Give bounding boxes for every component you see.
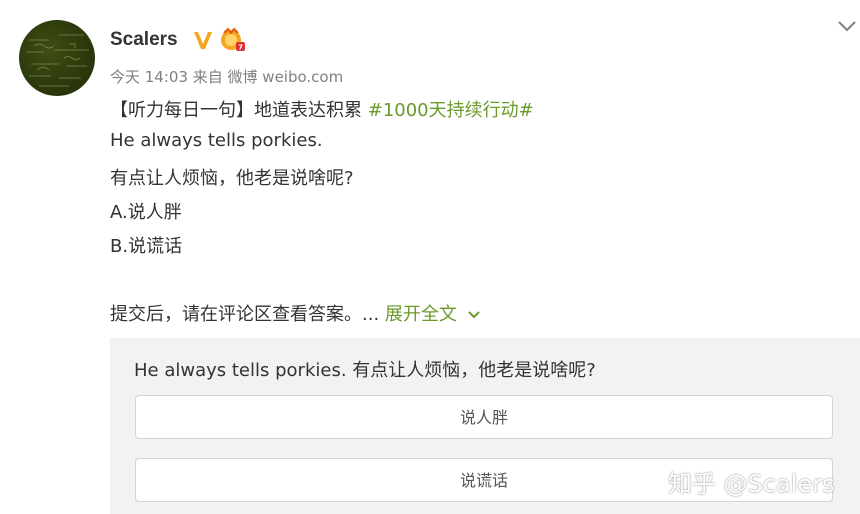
post-line-6-text: 提交后，请在评论区查看答案。... <box>110 304 385 325</box>
watermark: 知乎 @Scalers <box>668 470 835 498</box>
author-name[interactable]: Scalers <box>110 29 178 51</box>
expand-label[interactable]: 展开全文 <box>385 304 457 325</box>
avatar[interactable] <box>19 20 95 96</box>
post-line-5: B.说谎话 <box>110 236 183 257</box>
post-line-1: 【听力每日一句】地道表达积累 #1000天持续行动# <box>110 96 534 122</box>
avatar-image <box>27 34 89 87</box>
post-line-1-text: 【听力每日一句】地道表达积累 <box>110 100 368 121</box>
post-meta: 今天 14:03 来自 微博 weibo.com <box>110 68 344 86</box>
verified-v-icon[interactable] <box>192 29 214 51</box>
post-line-3: 有点让人烦恼，他老是说啥呢? <box>110 168 354 189</box>
topic-link[interactable]: #1000天持续行动# <box>368 100 534 121</box>
post-line-4: A.说人胖 <box>110 202 182 223</box>
vote-option-a[interactable]: 说人胖 <box>135 395 833 439</box>
svg-text:7: 7 <box>238 44 243 52</box>
post-line-2: He always tells porkies. <box>110 130 323 151</box>
vote-question: He always tells porkies. 有点让人烦恼，他老是说啥呢? <box>134 360 596 381</box>
post-line-6: 提交后，请在评论区查看答案。... 展开全文 <box>110 300 481 326</box>
expand-full-text-link[interactable]: 展开全文 <box>385 304 481 325</box>
chevron-down-icon[interactable] <box>836 18 858 34</box>
medal-icon[interactable]: 7 <box>219 27 245 53</box>
chevron-down-icon[interactable] <box>467 310 481 320</box>
